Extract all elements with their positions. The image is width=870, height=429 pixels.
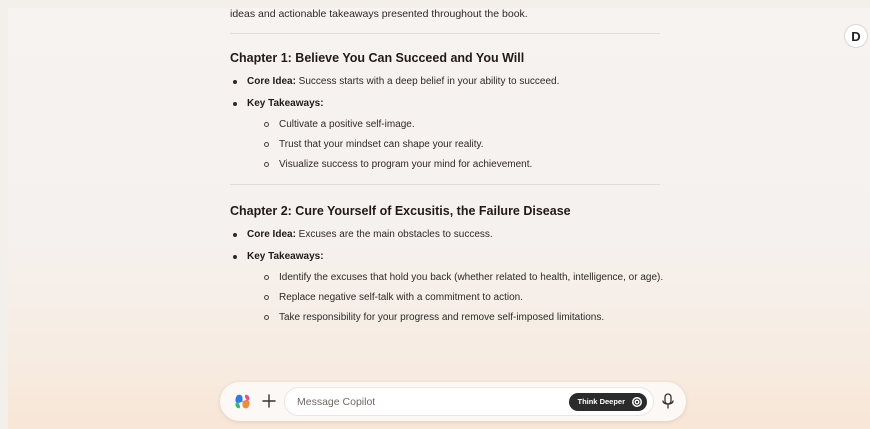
chapter-2-takeaway-list: Identify the excuses that hold you back …: [247, 270, 670, 325]
plus-icon: [262, 394, 276, 408]
think-deeper-label: Think Deeper: [577, 397, 625, 406]
chapter-2-list: Core Idea: Excuses are the main obstacle…: [230, 228, 670, 325]
takeaway-item: Trust that your mindset can shape your r…: [247, 137, 670, 152]
chapter-2-core-idea: Core Idea: Excuses are the main obstacle…: [230, 228, 670, 242]
think-deeper-icon: [632, 397, 642, 407]
think-deeper-button[interactable]: Think Deeper: [569, 393, 647, 411]
message-composer: Message Copilot Think Deeper: [220, 382, 686, 421]
chapter-2-title: Chapter 2: Cure Yourself of Excusitis, t…: [230, 204, 571, 218]
chapter-2-takeaways: Key Takeaways: Identify the excuses that…: [230, 250, 670, 325]
chapter-1-takeaway-list: Cultivate a positive self-image. Trust t…: [247, 117, 670, 172]
intro-text: ideas and actionable takeaways presented…: [230, 8, 528, 20]
takeaway-item: Visualize success to program your mind f…: [247, 157, 670, 172]
core-idea-label: Core Idea:: [247, 229, 296, 240]
add-attachment-button[interactable]: [258, 390, 280, 412]
user-avatar[interactable]: D: [844, 24, 868, 48]
copilot-logo-icon[interactable]: [234, 393, 251, 410]
core-idea-text: Success starts with a deep belief in you…: [295, 76, 560, 87]
takeaway-item: Cultivate a positive self-image.: [247, 117, 670, 132]
core-idea-text: Excuses are the main obstacles to succes…: [295, 229, 493, 240]
chapter-1-list: Core Idea: Success starts with a deep be…: [230, 75, 670, 172]
section-divider: [230, 33, 660, 34]
takeaway-item: Take responsibility for your progress an…: [247, 310, 670, 325]
microphone-icon[interactable]: [662, 393, 674, 410]
message-input[interactable]: Message Copilot Think Deeper: [284, 387, 654, 416]
section-divider: [230, 184, 660, 185]
chapter-1-takeaways: Key Takeaways: Cultivate a positive self…: [230, 97, 670, 172]
takeaway-item: Identify the excuses that hold you back …: [247, 270, 670, 285]
chapter-1-title: Chapter 1: Believe You Can Succeed and Y…: [230, 51, 525, 65]
message-placeholder: Message Copilot: [297, 396, 376, 408]
assistant-message: ideas and actionable takeaways presented…: [230, 8, 670, 330]
key-takeaways-label: Key Takeaways:: [247, 251, 324, 262]
key-takeaways-label: Key Takeaways:: [247, 98, 324, 109]
chat-viewport: D ideas and actionable takeaways present…: [8, 8, 870, 429]
takeaway-item: Replace negative self-talk with a commit…: [247, 290, 670, 305]
core-idea-label: Core Idea:: [247, 76, 296, 87]
chapter-1-core-idea: Core Idea: Success starts with a deep be…: [230, 75, 670, 89]
